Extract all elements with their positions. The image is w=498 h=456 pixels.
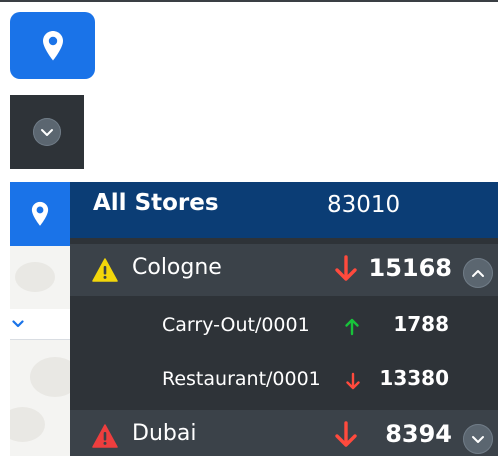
stores-panel: All Stores 83010 Cologne 15168 Carry-Out…	[70, 182, 498, 456]
warning-triangle-icon	[92, 424, 118, 448]
stores-header: All Stores 83010	[70, 182, 498, 238]
expand-toggle-tile	[10, 95, 84, 169]
stores-total: 83010	[327, 192, 401, 218]
top-divider	[0, 0, 498, 2]
substore-name: Restaurant/0001	[162, 368, 321, 390]
store-subrow-restaurant[interactable]: Restaurant/0001 13380	[70, 355, 498, 407]
chevron-down-icon	[12, 320, 24, 328]
store-row-dubai[interactable]: Dubai 8394	[70, 410, 498, 456]
map-texture	[30, 357, 70, 397]
substore-value: 13380	[379, 366, 449, 390]
location-pin-icon	[31, 201, 49, 226]
arrow-down-icon	[335, 255, 357, 281]
store-value: 15168	[368, 254, 453, 282]
arrow-down-icon	[346, 372, 360, 390]
map-panel[interactable]	[10, 182, 70, 456]
chevron-up-icon	[472, 269, 484, 277]
warning-triangle-icon	[92, 258, 118, 282]
location-pin-icon	[42, 30, 63, 60]
collapse-button[interactable]	[463, 258, 493, 288]
substore-value: 1788	[393, 312, 449, 336]
arrow-down-icon	[335, 421, 357, 447]
arrow-up-icon	[345, 318, 359, 336]
map-texture	[10, 407, 45, 442]
location-button[interactable]	[10, 12, 95, 79]
stores-title: All Stores	[93, 190, 219, 216]
chevron-down-icon	[41, 128, 53, 136]
expand-button[interactable]	[33, 118, 61, 146]
chevron-down-icon	[472, 435, 484, 443]
map-texture	[15, 262, 55, 292]
map-location-button[interactable]	[10, 182, 70, 246]
substore-name: Carry-Out/0001	[162, 314, 310, 336]
store-subrow-carry-out[interactable]: Carry-Out/0001 1788	[70, 301, 498, 353]
store-name: Cologne	[132, 255, 222, 280]
map-filter-dropdown[interactable]	[10, 309, 70, 340]
store-value: 8394	[385, 420, 452, 448]
expand-button[interactable]	[463, 424, 493, 454]
store-name: Dubai	[132, 421, 197, 446]
store-row-cologne[interactable]: Cologne 15168	[70, 244, 498, 296]
